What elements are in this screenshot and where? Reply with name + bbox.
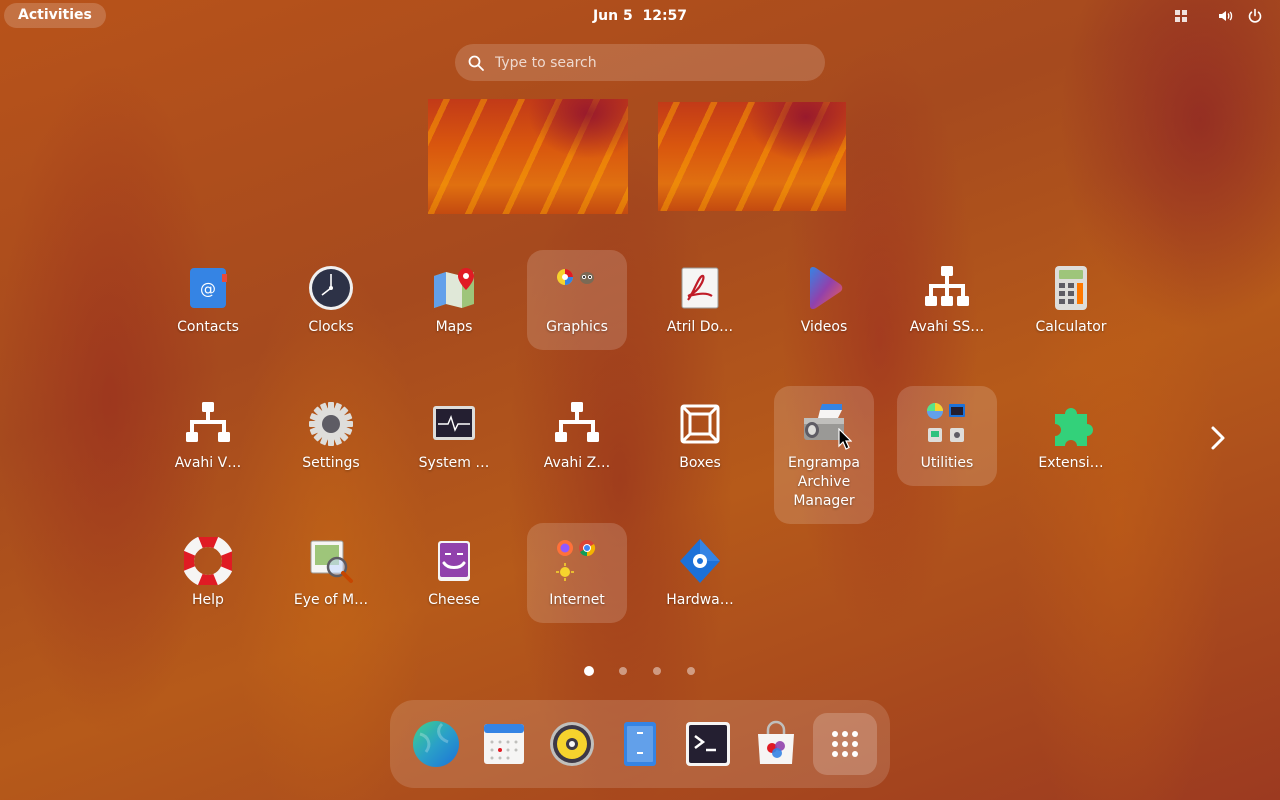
app-engrampa[interactable]: Engrampa Archive Manager [774,386,874,524]
app-avahi-zeroconf[interactable]: Avahi Z… [527,386,627,486]
puzzle-icon [1055,408,1093,446]
next-page-arrow-icon[interactable] [1200,420,1236,456]
document-viewer-icon [681,267,719,309]
disk-usage-icon [927,403,943,419]
app-label: Engrampa Archive Manager [787,455,861,509]
gimp-icon [580,272,594,284]
app-eye-of-mate[interactable]: Eye of M… [281,523,381,623]
app-calculator[interactable]: Calculator [1021,250,1121,350]
contacts-icon: @ [190,268,227,308]
search-input[interactable] [495,44,815,81]
app-label: Cheese [428,592,480,608]
calculator-icon [1055,266,1087,310]
app-videos[interactable]: Videos [774,250,874,350]
top-bar: Activities Jun 5 12:57 [0,0,1280,32]
app-help[interactable]: Help [158,523,258,623]
workspace-thumbnail-2[interactable] [658,102,846,211]
gear-icon [309,402,353,446]
app-label: Clocks [308,319,354,335]
folder-graphics[interactable]: Graphics [527,250,627,350]
calendar-icon[interactable] [480,720,528,768]
page-indicator-2[interactable] [619,667,627,675]
folder-utilities[interactable]: Utilities [897,386,997,486]
app-settings[interactable]: Settings [281,386,381,486]
search-bar[interactable] [455,44,825,81]
app-label: System … [418,455,490,471]
power-icon[interactable] [1247,8,1263,24]
folder-label: Utilities [920,455,974,471]
page-indicator-1[interactable] [584,666,594,676]
maps-icon [434,268,474,308]
network-icon [555,402,599,442]
clock-button[interactable]: Jun 5 12:57 [580,0,700,32]
tools-icon [950,428,964,442]
volume-icon[interactable] [1218,8,1234,24]
folder-icon [553,537,601,585]
web-browser-icon[interactable] [412,720,460,768]
app-avahi-ssh[interactable]: Avahi SS… [897,250,997,350]
image-viewer-icon [310,540,353,583]
app-label: Atril Do… [666,319,734,335]
app-label: Settings [302,455,360,471]
app-label: Extensi… [1038,455,1104,471]
app-atril[interactable]: Atril Do… [650,250,750,350]
app-label: Avahi Z… [543,455,611,471]
folder-internet[interactable]: Internet [527,523,627,623]
webcam-icon [438,541,470,581]
folder-label: Internet [549,592,605,608]
network-icon [925,266,969,306]
screenshot-icon [928,428,942,442]
keyboard-layout-icon[interactable] [1173,8,1189,24]
app-label: Maps [435,319,473,335]
clock-icon [309,266,353,310]
videos-icon [810,266,843,310]
app-label: Videos [800,319,848,335]
folder-icon [923,400,971,448]
app-label: Calculator [1035,319,1107,335]
page-indicator-3[interactable] [653,667,661,675]
folder-icon [553,264,601,312]
color-picker-icon [557,269,573,285]
page-indicator-4[interactable] [687,667,695,675]
app-label: Contacts [177,319,239,335]
terminal-icon[interactable] [684,720,732,768]
hardware-icon [680,539,720,583]
app-label: Hardwa… [666,592,734,608]
app-extensions[interactable]: Extensi… [1021,386,1121,486]
mouse-pointer-icon [838,428,852,450]
file-manager-icon[interactable] [616,720,664,768]
lifebuoy-icon [184,537,232,585]
app-avahi-vnc[interactable]: Avahi V… [158,386,258,486]
time-label: 12:57 [642,8,688,24]
boxes-icon [680,404,720,444]
app-clocks[interactable]: Clocks [281,250,381,350]
search-icon [468,55,484,71]
app-system-monitor[interactable]: System … [404,386,504,486]
app-label: Avahi SS… [909,319,985,335]
show-apps-icon [832,731,858,757]
svg-text:@: @ [200,279,216,298]
date-label: Jun 5 [592,8,633,24]
app-cheese[interactable]: Cheese [404,523,504,623]
app-label: Avahi V… [174,455,242,471]
sun-icon [556,563,574,581]
firefox-icon [557,540,573,556]
app-hardware[interactable]: Hardwa… [650,523,750,623]
show-apps-button[interactable] [813,713,877,775]
chrome-icon [579,540,596,557]
app-maps[interactable]: Maps [404,250,504,350]
activities-button[interactable]: Activities [4,3,106,28]
music-player-icon[interactable] [548,720,596,768]
app-boxes[interactable]: Boxes [650,386,750,486]
software-store-icon[interactable] [752,720,800,768]
app-label: Eye of M… [293,592,369,608]
app-label: Help [192,592,224,608]
app-contacts[interactable]: @ Contacts [158,250,258,350]
workspace-thumbnail-1[interactable] [428,99,628,214]
system-monitor-icon [433,406,475,440]
network-icon [186,402,230,442]
folder-label: Graphics [546,319,608,335]
terminal-mini-icon [949,404,965,417]
app-label: Boxes [679,455,721,471]
